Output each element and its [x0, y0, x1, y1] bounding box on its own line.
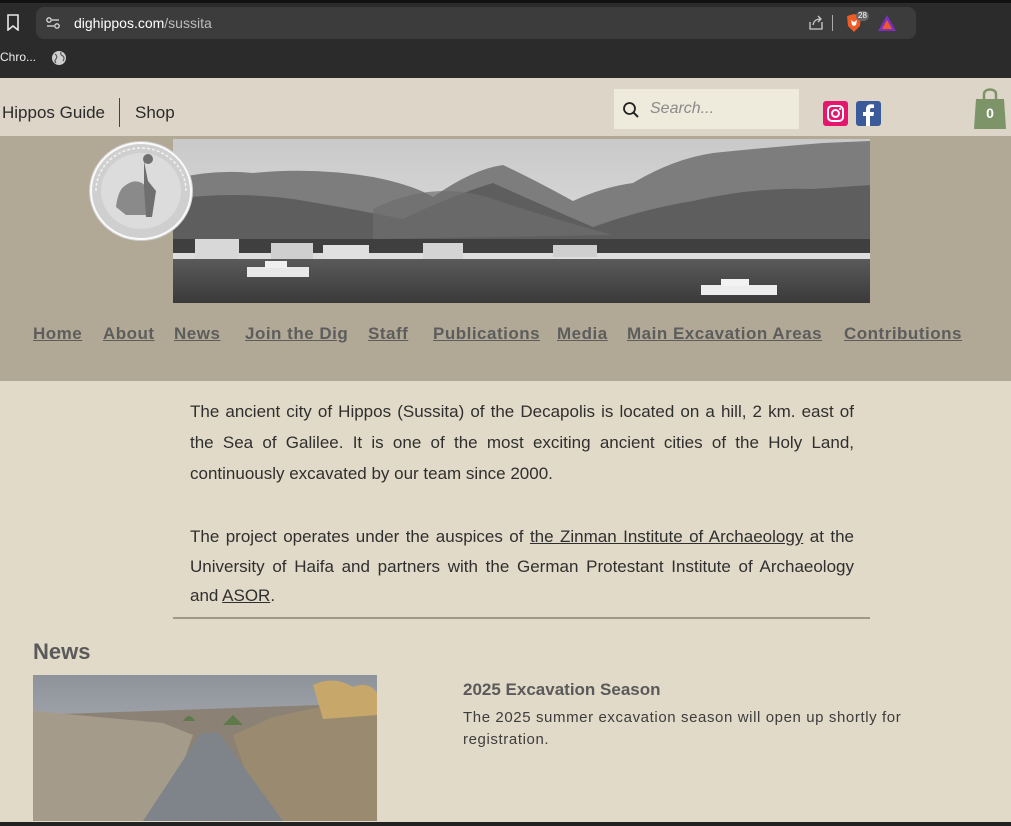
coin-logo[interactable] [86, 139, 196, 243]
globe-icon[interactable] [51, 50, 67, 66]
url-path: /sussita [164, 15, 212, 31]
bookmark-chrome[interactable]: Chro... [0, 50, 36, 64]
facebook-icon[interactable] [856, 101, 881, 126]
shop-link[interactable]: Shop [135, 103, 175, 123]
nav-news[interactable]: News [174, 324, 220, 344]
shield-count-badge: 28 [856, 11, 869, 21]
intro-p2-start: The project operates under the auspices … [190, 527, 530, 546]
section-divider [173, 617, 870, 619]
search-placeholder: Search... [650, 100, 715, 117]
browser-toolbar: dighippos.com/sussita 28 Chro... [0, 0, 1011, 78]
nav-join-the-dig[interactable]: Join the Dig [245, 324, 348, 344]
nav-media[interactable]: Media [557, 324, 608, 344]
banner: Home About News Join the Dig Staff Publi… [0, 136, 1011, 381]
instagram-icon[interactable] [823, 101, 848, 126]
nav-staff[interactable]: Staff [368, 324, 408, 344]
header-divider [119, 98, 120, 127]
hippos-guide-link[interactable]: Hippos Guide [2, 103, 105, 123]
brave-rewards-icon[interactable] [877, 14, 897, 32]
intro-p2-end: . [270, 586, 276, 605]
nav-contributions[interactable]: Contributions [844, 324, 962, 344]
asor-link[interactable]: ASOR [222, 586, 270, 605]
news-item-description: The 2025 summer excavation season will o… [463, 709, 902, 748]
url-domain: dighippos.com [74, 15, 165, 31]
share-icon[interactable] [808, 15, 824, 31]
window-edge [0, 0, 1011, 3]
nav-publications[interactable]: Publications [433, 324, 540, 344]
intro-paragraph-2: The project operates under the auspices … [190, 522, 854, 611]
url-text[interactable]: dighippos.com/sussita [74, 15, 212, 31]
site-settings-icon[interactable] [45, 15, 61, 31]
nav-main-excavation-areas[interactable]: Main Excavation Areas [627, 324, 822, 344]
bottom-edge [0, 822, 1011, 826]
cart-count[interactable]: 0 [973, 105, 1007, 121]
news-heading: News [33, 639, 91, 664]
nav-home[interactable]: Home [33, 324, 82, 344]
bookmark-icon[interactable] [6, 14, 20, 31]
intro-section: The ancient city of Hippos (Sussita) of … [190, 396, 854, 611]
address-bar[interactable]: dighippos.com/sussita 28 [36, 7, 916, 39]
search-icon [623, 102, 639, 118]
search-input[interactable]: Search... [614, 89, 799, 129]
news-photo-excavation[interactable] [33, 675, 377, 821]
nav-about[interactable]: About [103, 324, 155, 344]
zinman-institute-link[interactable]: the Zinman Institute of Archaeology [530, 527, 803, 546]
main-nav: Home About News Join the Dig Staff Publi… [0, 324, 1011, 346]
url-divider [832, 15, 833, 31]
site-header: Hippos Guide Shop Search... 0 [0, 78, 1011, 136]
hero-photo-sea-of-galilee [173, 139, 870, 303]
news-item-title[interactable]: 2025 Excavation Season [463, 680, 661, 700]
intro-paragraph-1: The ancient city of Hippos (Sussita) of … [190, 402, 854, 483]
